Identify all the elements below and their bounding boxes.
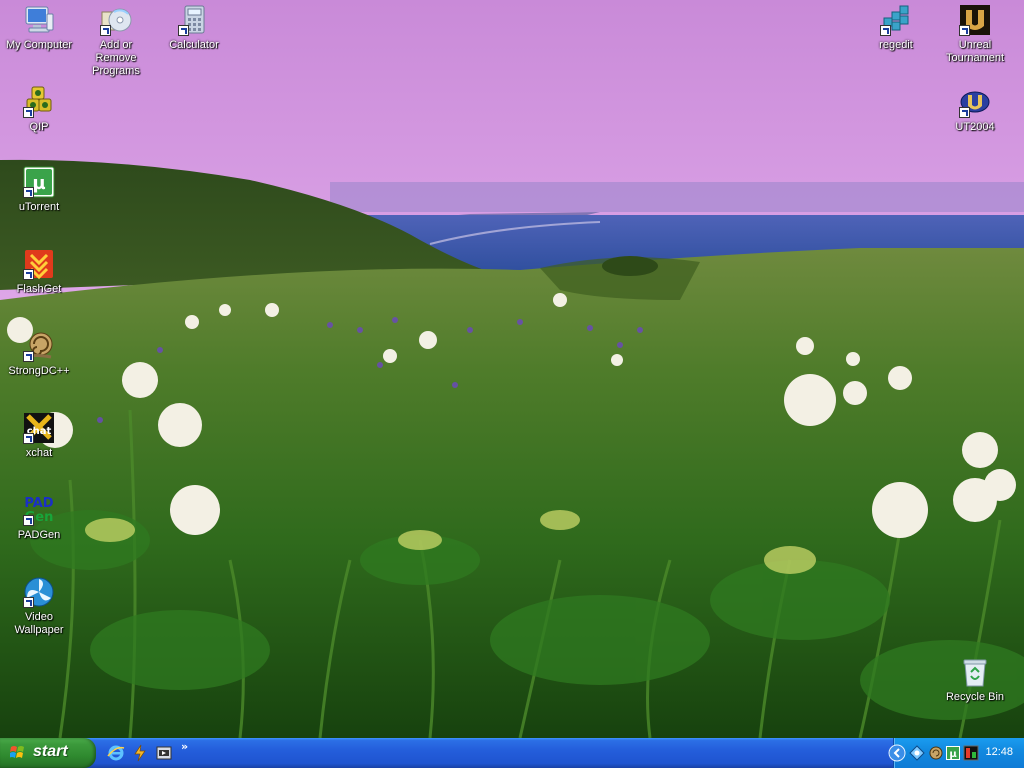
- svg-text:µ: µ: [32, 173, 45, 194]
- utorrent-label: uTorrent: [18, 201, 60, 213]
- shortcut-arrow-icon: [959, 25, 970, 36]
- utorrent-tray-icon[interactable]: µ: [945, 745, 961, 761]
- registry-cubes-icon: [880, 4, 912, 36]
- strongdc-label: StrongDC++: [8, 365, 70, 377]
- utorrent-icon: µ: [23, 166, 55, 198]
- padgen-icon: PAD Gen: [23, 494, 55, 526]
- network-icon[interactable]: [909, 745, 925, 761]
- shortcut-arrow-icon: [23, 187, 34, 198]
- padgen-label: PADGen: [17, 529, 61, 541]
- ut2004-label: UT2004: [955, 121, 995, 133]
- flashget-icon: [23, 248, 55, 280]
- regedit-shortcut[interactable]: regedit: [859, 4, 933, 52]
- recycle-bin-icon: [959, 656, 991, 688]
- shortcut-arrow-icon: [178, 25, 189, 36]
- shortcut-arrow-icon: [959, 107, 970, 118]
- snail-icon: [23, 330, 55, 362]
- calculator-shortcut[interactable]: Calculator: [157, 4, 231, 52]
- strongdc-shortcut[interactable]: StrongDC++: [2, 330, 76, 378]
- recycle-bin[interactable]: Recycle Bin: [938, 656, 1012, 704]
- strongdc-tray-icon[interactable]: [927, 745, 943, 761]
- shortcut-arrow-icon: [100, 25, 111, 36]
- shortcut-arrow-icon: [23, 515, 34, 526]
- ut2004-icon: [959, 86, 991, 118]
- computer-icon: [23, 4, 55, 36]
- install-disc-icon: [100, 4, 132, 36]
- add-remove-programs-shortcut[interactable]: Add or Remove Programs: [79, 4, 153, 78]
- calculator-icon: [178, 4, 210, 36]
- quick-launch-more-button[interactable]: »: [181, 740, 188, 753]
- cpu-meter-icon[interactable]: [963, 745, 979, 761]
- shortcut-arrow-icon: [23, 433, 34, 444]
- shortcut-arrow-icon: [23, 107, 34, 118]
- padgen-shortcut[interactable]: PAD Gen PADGen: [2, 494, 76, 542]
- windows-flag-icon: [10, 746, 24, 758]
- xchat-icon: chat: [23, 412, 55, 444]
- taskbar: start » µ 12:48: [0, 738, 1024, 768]
- qip-shortcut[interactable]: QIP: [2, 86, 76, 134]
- start-button[interactable]: start: [0, 738, 96, 768]
- unreal-tournament-icon: [959, 4, 991, 36]
- shortcut-arrow-icon: [23, 269, 34, 280]
- flashget-shortcut[interactable]: FlashGet: [2, 248, 76, 296]
- video-wallpaper-icon: [23, 576, 55, 608]
- tray-collapse-button[interactable]: [888, 744, 906, 762]
- utorrent-shortcut[interactable]: µ uTorrent: [2, 166, 76, 214]
- ut2004-shortcut[interactable]: UT2004: [938, 86, 1012, 134]
- desktop-wallpaper: [0, 0, 1024, 738]
- video-wallpaper-label: Video Wallpaper: [14, 611, 64, 636]
- svg-text:µ: µ: [949, 749, 957, 760]
- padgen-icon-top: PAD: [24, 496, 53, 511]
- winamp-lightning-icon[interactable]: [131, 744, 149, 762]
- calculator-label: Calculator: [169, 39, 219, 51]
- regedit-label: regedit: [879, 39, 913, 51]
- add-remove-programs-label: Add or Remove Programs: [92, 39, 140, 77]
- flashget-label: FlashGet: [16, 283, 62, 295]
- my-computer-label: My Computer: [5, 39, 73, 51]
- unreal-tournament-shortcut[interactable]: Unreal Tournament: [938, 4, 1012, 65]
- internet-explorer-icon[interactable]: [107, 744, 125, 762]
- video-wallpaper-shortcut[interactable]: Video Wallpaper: [2, 576, 76, 637]
- system-tray: µ 12:48: [888, 738, 1024, 768]
- start-label: start: [33, 743, 68, 760]
- shortcut-arrow-icon: [23, 351, 34, 362]
- xchat-label: xchat: [25, 447, 53, 459]
- shortcut-arrow-icon: [880, 25, 891, 36]
- my-computer-shortcut[interactable]: My Computer: [2, 4, 76, 52]
- clock[interactable]: 12:48: [985, 746, 1013, 758]
- shortcut-arrow-icon: [23, 597, 34, 608]
- unreal-tournament-label: Unreal Tournament: [945, 39, 1005, 64]
- xchat-shortcut[interactable]: chat xchat: [2, 412, 76, 460]
- recycle-bin-label: Recycle Bin: [945, 691, 1005, 703]
- qip-icon: [23, 86, 55, 118]
- qip-label: QIP: [29, 121, 49, 133]
- media-player-icon[interactable]: [155, 744, 173, 762]
